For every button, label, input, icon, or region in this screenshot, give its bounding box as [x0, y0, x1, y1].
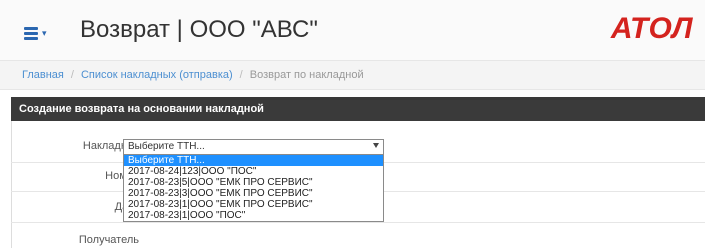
chevron-down-icon: ▾ [42, 27, 47, 38]
invoice-select[interactable]: Выберите ТТН... [123, 139, 384, 155]
dropdown-option[interactable]: Выберите ТТН... [124, 155, 383, 166]
recipient-label: Получатель [78, 234, 139, 246]
breadcrumb-invoice-list-link[interactable]: Список накладных (отправка) [81, 69, 233, 81]
brand-logo: АТОЛ [610, 12, 693, 45]
panel-heading: Создание возврата на основании накладной [11, 97, 705, 121]
invoice-dropdown-list: Выберите ТТН... 2017-08-24|123|ООО "ПОС"… [123, 155, 384, 222]
row-divider [11, 222, 705, 223]
dropdown-option[interactable]: 2017-08-23|3|ООО "ЕМК ПРО СЕРВИС" [124, 188, 383, 199]
page-title: Возврат | ООО "АВС" [80, 16, 318, 43]
hamburger-menu-icon [24, 27, 38, 40]
breadcrumb-separator: / [239, 69, 243, 81]
dropdown-option[interactable]: 2017-08-23|1|ООО "ЕМК ПРО СЕРВИС" [124, 199, 383, 210]
breadcrumb-separator: / [70, 69, 74, 81]
invoice-select-value: Выберите ТТН... [128, 141, 205, 152]
breadcrumb-current: Возврат по накладной [249, 69, 364, 81]
dropdown-option[interactable]: 2017-08-23|1|ООО "ПОС" [124, 210, 383, 221]
breadcrumb: Главная / Список накладных (отправка) / … [0, 60, 705, 90]
dropdown-option[interactable]: 2017-08-24|123|ООО "ПОС" [124, 166, 383, 177]
breadcrumb-home-link[interactable]: Главная [22, 69, 64, 81]
app-header: ▾ Возврат | ООО "АВС" АТОЛ [0, 0, 705, 60]
dropdown-option[interactable]: 2017-08-23|5|ООО "ЕМК ПРО СЕРВИС" [124, 177, 383, 188]
main-menu-button[interactable]: ▾ [24, 22, 60, 44]
dropdown-arrow-icon [373, 143, 379, 148]
